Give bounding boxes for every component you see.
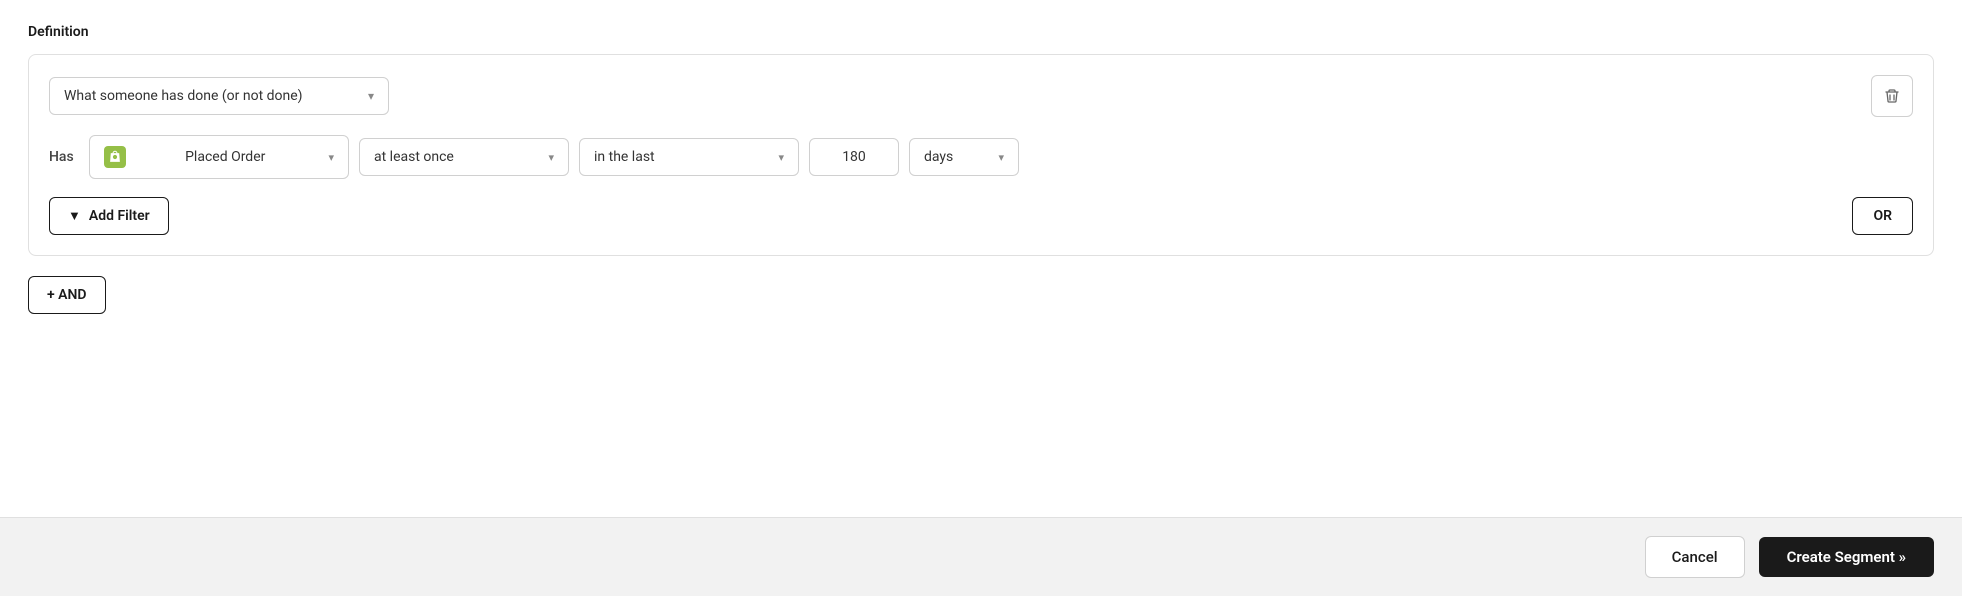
shopify-bag-icon: [108, 150, 122, 164]
delete-button[interactable]: [1871, 75, 1913, 117]
what-done-dropdown[interactable]: What someone has done (or not done) ▾: [49, 77, 389, 115]
top-row: What someone has done (or not done) ▾: [49, 75, 1913, 117]
footer-bar: Cancel Create Segment »: [0, 517, 1962, 596]
cancel-label: Cancel: [1672, 548, 1718, 566]
condition-row: Has Placed Order ▾ at least once ▾ in th…: [49, 135, 1913, 179]
chevron-down-icon: ▾: [998, 151, 1004, 164]
chevron-down-icon: ▾: [548, 151, 554, 164]
days-dropdown[interactable]: days ▾: [909, 138, 1019, 176]
placed-order-dropdown[interactable]: Placed Order ▾: [89, 135, 349, 179]
at-least-once-dropdown[interactable]: at least once ▾: [359, 138, 569, 176]
add-filter-label: Add Filter: [89, 208, 150, 224]
in-the-last-dropdown[interactable]: in the last ▾: [579, 138, 799, 176]
filter-icon: ▼: [68, 208, 81, 224]
at-least-once-label: at least once: [374, 149, 454, 165]
bottom-row: ▼ Add Filter OR: [49, 197, 1913, 235]
definition-box: What someone has done (or not done) ▾ Ha…: [28, 54, 1934, 256]
chevron-down-icon: ▾: [328, 151, 334, 164]
trash-icon: [1884, 88, 1900, 104]
has-label: Has: [49, 149, 79, 165]
number-input[interactable]: [809, 138, 899, 176]
or-label: OR: [1873, 208, 1892, 224]
shopify-icon: [104, 146, 132, 168]
section-title: Definition: [28, 24, 1934, 40]
cancel-button[interactable]: Cancel: [1645, 536, 1745, 578]
placed-order-label: Placed Order: [185, 149, 265, 165]
chevron-down-icon: ▾: [368, 89, 374, 103]
create-segment-button[interactable]: Create Segment »: [1759, 537, 1934, 577]
what-done-label: What someone has done (or not done): [64, 88, 303, 104]
and-button[interactable]: + AND: [28, 276, 106, 314]
create-segment-label: Create Segment »: [1787, 548, 1906, 566]
days-label: days: [924, 149, 953, 165]
add-filter-button[interactable]: ▼ Add Filter: [49, 197, 169, 235]
in-the-last-label: in the last: [594, 149, 655, 165]
chevron-down-icon: ▾: [778, 151, 784, 164]
or-button[interactable]: OR: [1852, 197, 1913, 235]
and-label: + AND: [47, 287, 87, 303]
